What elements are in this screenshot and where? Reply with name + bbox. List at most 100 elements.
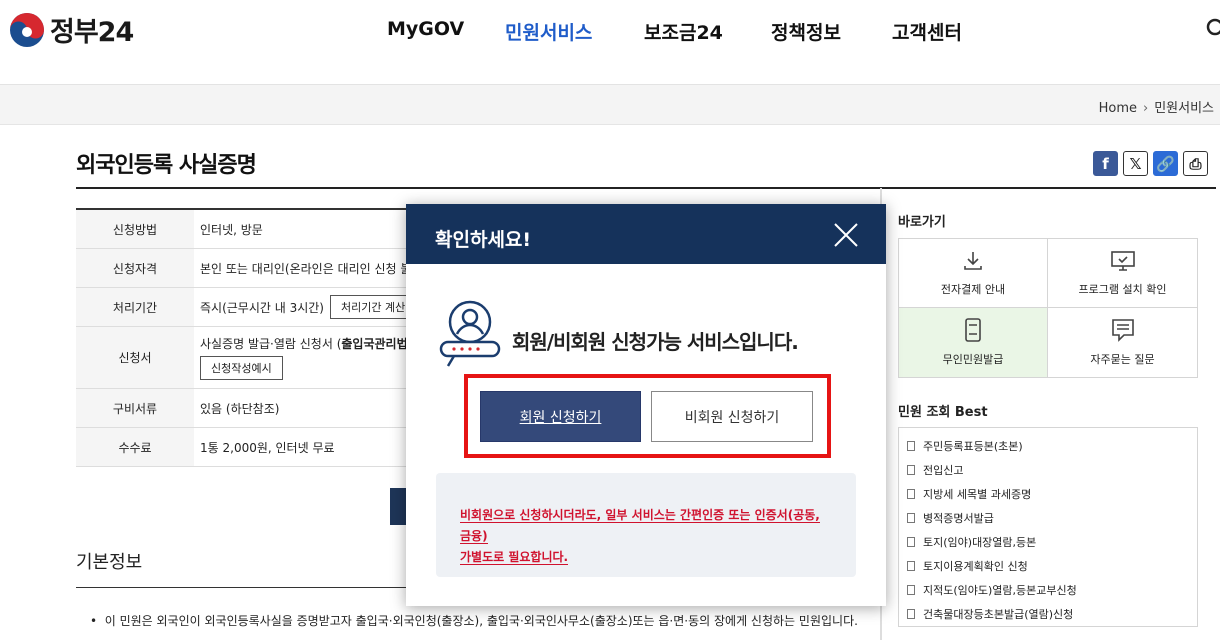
breadcrumb-current[interactable]: 민원서비스	[1154, 101, 1214, 116]
nav-policy[interactable]: 정책정보	[771, 18, 841, 45]
list-item-label: 주민등록표등본(초본)	[923, 440, 1023, 453]
main-nav: MyGOV 민원서비스 보조금24 정책정보 고객센터	[0, 18, 1220, 46]
row-key: 신청자격	[76, 249, 194, 287]
quick-link-label: 전자결제 안내	[940, 282, 1006, 296]
kiosk-icon	[965, 318, 981, 343]
row-value: 인터넷, 방문	[200, 222, 263, 237]
nav-mygov[interactable]: MyGOV	[387, 18, 464, 40]
document-icon	[907, 585, 915, 595]
table-row: 신청방법 인터넷, 방문	[76, 210, 406, 249]
form-text: 사실증명 발급·열람 신청서 (출입국관리법 시	[200, 335, 406, 352]
confirm-modal: 확인하세요! 회원/비회원 신청가능 서비스입니다. 회원 신청하기 비회원 신…	[406, 204, 886, 606]
quick-links-grid: 전자결제 안내 프로그램 설치 확인 무인민원발급 자주묻는 질문	[898, 238, 1198, 378]
quick-links-title: 바로가기	[898, 215, 946, 230]
list-item[interactable]: 주민등록표등본(초본)	[907, 434, 1197, 458]
member-apply-button[interactable]: 회원 신청하기	[480, 391, 641, 442]
share-bar: f 𝕏 🔗 ⎙	[1093, 151, 1208, 176]
link-icon[interactable]: 🔗	[1153, 151, 1178, 176]
breadcrumb-bar: Home › 민원서비스	[0, 85, 1220, 125]
facebook-icon[interactable]: f	[1093, 151, 1118, 176]
table-row: 구비서류 있음 (하단참조)	[76, 389, 406, 428]
list-item-label: 건축물대장등초본발급(열람)신청	[923, 608, 1074, 621]
form-text-bold: 출입국관리법 시	[341, 337, 406, 351]
document-icon	[907, 465, 915, 475]
modal-notice: 비회원으로 신청하시더라도, 일부 서비스는 간편인증 또는 인증서(공동, 금…	[436, 473, 856, 577]
document-icon	[907, 609, 915, 619]
form-text-plain: 사실증명 발급·열람 신청서 (	[200, 337, 342, 351]
title-divider	[76, 187, 1216, 189]
document-icon	[907, 537, 915, 547]
list-item[interactable]: 지방세 세목별 과세증명	[907, 482, 1197, 506]
modal-message: 회원/비회원 신청가능 서비스입니다.	[512, 330, 799, 354]
quick-link-payment[interactable]: 전자결제 안내	[899, 239, 1048, 308]
member-id-icon	[439, 300, 501, 367]
notice-line-2: 가별도로 필요합니다.	[460, 550, 569, 565]
search-icon[interactable]	[1206, 18, 1220, 40]
list-item[interactable]: 건축물대장등초본발급(열람)신청	[907, 602, 1197, 626]
list-item[interactable]: 토지이용계획확인 신청	[907, 554, 1197, 578]
row-key: 수수료	[76, 428, 194, 466]
best-title: 민원 조회 Best	[898, 405, 988, 420]
chat-icon	[1111, 319, 1134, 343]
modal-header: 확인하세요!	[406, 204, 886, 264]
nav-subsidy[interactable]: 보조금24	[644, 18, 723, 45]
info-table: 신청방법 인터넷, 방문 신청자격 본인 또는 대리인(온라인은 대리인 신청 …	[76, 208, 406, 467]
row-key: 구비서류	[76, 389, 194, 427]
table-row: 신청서 사실증명 발급·열람 신청서 (출입국관리법 시 신청작성예시	[76, 327, 406, 389]
row-value: 즉시(근무시간 내 3시간) 처리기간 계산방	[194, 288, 406, 326]
list-item[interactable]: 지적도(임야도)열람,등본교부신청	[907, 578, 1197, 602]
row-value: 본인 또는 대리인(온라인은 대리인 신청 불가	[200, 261, 406, 276]
download-icon	[964, 251, 982, 270]
row-value: 있음 (하단참조)	[200, 401, 280, 416]
quick-link-faq[interactable]: 자주묻는 질문	[1048, 308, 1197, 378]
table-row: 수수료 1통 2,000원, 인터넷 무료	[76, 428, 406, 467]
row-value: 사실증명 발급·열람 신청서 (출입국관리법 시 신청작성예시	[194, 327, 406, 388]
section-divider	[76, 587, 406, 588]
document-icon	[907, 513, 915, 523]
list-item-label: 지적도(임야도)열람,등본교부신청	[923, 584, 1077, 597]
quick-link-kiosk[interactable]: 무인민원발급	[899, 307, 1048, 377]
processing-time-text: 즉시(근무시간 내 3시간)	[200, 300, 324, 315]
row-key: 처리기간	[76, 288, 194, 326]
row-key: 신청서	[76, 327, 194, 388]
breadcrumb: Home › 민원서비스	[1099, 97, 1214, 116]
list-item-label: 병적증명서발급	[923, 512, 994, 525]
list-item-label: 토지이용계획확인 신청	[923, 560, 1028, 573]
processing-time-calc-button[interactable]: 처리기간 계산방	[330, 295, 406, 319]
apply-button-partial[interactable]	[390, 488, 406, 525]
basic-info-heading: 기본정보	[76, 552, 143, 573]
breadcrumb-home[interactable]: Home	[1099, 101, 1137, 116]
list-item[interactable]: 병적증명서발급	[907, 506, 1197, 530]
list-item-label: 지방세 세목별 과세증명	[923, 488, 1032, 501]
quick-link-label: 무인민원발급	[942, 353, 1004, 367]
notice-line-1: 비회원으로 신청하시더라도, 일부 서비스는 간편인증 또는 인증서(공동, 금…	[460, 508, 820, 544]
document-icon	[907, 489, 915, 499]
row-value: 1통 2,000원, 인터넷 무료	[200, 440, 335, 455]
site-header: 정부24 MyGOV 민원서비스 보조금24 정책정보 고객센터	[0, 0, 1220, 85]
list-item-label: 전입신고	[923, 464, 964, 477]
list-item[interactable]: 전입신고	[907, 458, 1197, 482]
quick-link-program-check[interactable]: 프로그램 설치 확인	[1048, 239, 1197, 308]
print-icon[interactable]: ⎙	[1183, 151, 1208, 176]
document-icon	[907, 441, 915, 451]
quick-link-label: 자주묻는 질문	[1090, 353, 1155, 367]
table-row: 신청자격 본인 또는 대리인(온라인은 대리인 신청 불가	[76, 249, 406, 288]
form-example-button[interactable]: 신청작성예시	[200, 356, 283, 380]
member-apply-label: 회원 신청하기	[519, 409, 602, 426]
document-icon	[907, 561, 915, 571]
basic-info-bullet: • 이 민원은 외국인이 외국인등록사실을 증명받고자 출입국·외국인청(출장소…	[90, 614, 858, 628]
nav-customer-center[interactable]: 고객센터	[892, 18, 962, 45]
nav-civil-service[interactable]: 민원서비스	[505, 18, 592, 45]
close-icon[interactable]	[832, 221, 860, 249]
list-item[interactable]: 토지(임야)대장열람,등본	[907, 530, 1197, 554]
table-row: 처리기간 즉시(근무시간 내 3시간) 처리기간 계산방	[76, 288, 406, 327]
row-key: 신청방법	[76, 210, 194, 248]
guest-apply-button[interactable]: 비회원 신청하기	[651, 391, 813, 442]
modal-title: 확인하세요!	[435, 229, 532, 251]
list-item-label: 토지(임야)대장열람,등본	[923, 536, 1037, 549]
page-title: 외국인등록 사실증명	[76, 153, 257, 178]
best-list: 주민등록표등본(초본) 전입신고 지방세 세목별 과세증명 병적증명서발급 토지…	[898, 427, 1198, 627]
quick-link-label: 프로그램 설치 확인	[1078, 282, 1167, 296]
monitor-icon	[1110, 250, 1135, 271]
x-icon[interactable]: 𝕏	[1123, 151, 1148, 176]
